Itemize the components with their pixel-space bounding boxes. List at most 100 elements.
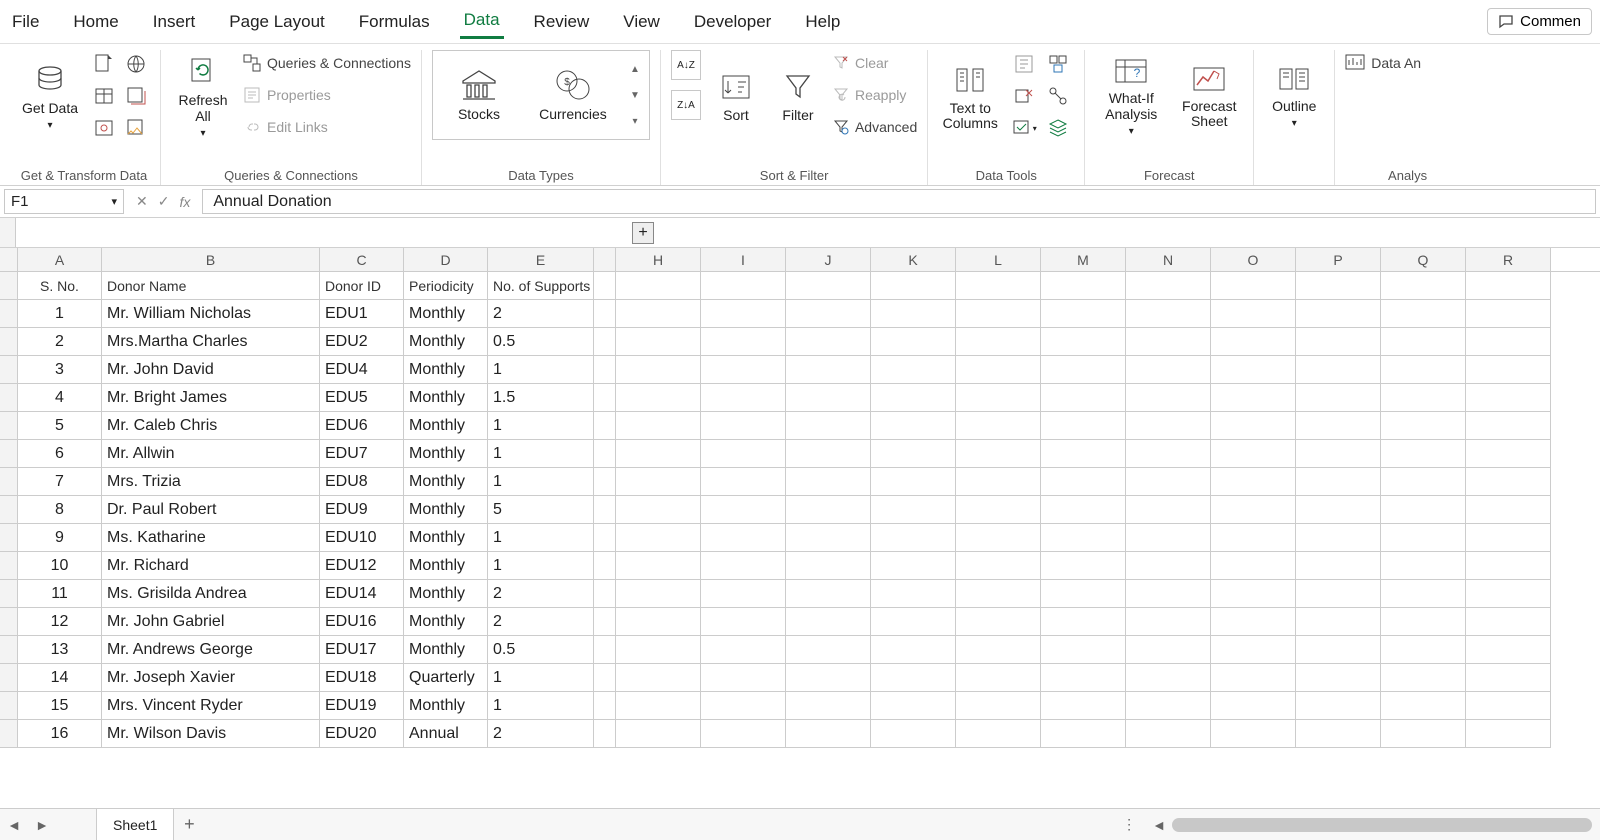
cell[interactable] [1211, 468, 1296, 496]
cell[interactable] [1126, 328, 1211, 356]
cell[interactable] [1041, 440, 1126, 468]
cell[interactable] [1296, 636, 1381, 664]
cell[interactable] [871, 636, 956, 664]
cell[interactable] [616, 720, 701, 748]
cell[interactable]: 6 [18, 440, 102, 468]
cell[interactable] [1211, 440, 1296, 468]
cell[interactable] [956, 552, 1041, 580]
cell[interactable] [701, 720, 786, 748]
stocks-button[interactable]: Stocks [439, 55, 519, 135]
cell[interactable] [1466, 636, 1551, 664]
horizontal-scrollbar[interactable] [1172, 818, 1592, 832]
tab-nav-next[interactable]: ► [28, 809, 56, 840]
cell[interactable]: 2 [488, 608, 594, 636]
enter-icon[interactable]: ✓ [158, 193, 170, 210]
refresh-all-button[interactable]: Refresh All ▾ [171, 50, 235, 144]
cell[interactable] [1211, 664, 1296, 692]
cell[interactable]: Annual [404, 720, 488, 748]
cell[interactable] [616, 692, 701, 720]
cell[interactable] [594, 356, 616, 384]
cell[interactable]: Mr. John Gabriel [102, 608, 320, 636]
cell[interactable]: Monthly [404, 384, 488, 412]
cell[interactable] [1381, 608, 1466, 636]
cell[interactable]: EDU14 [320, 580, 404, 608]
cell[interactable]: 1 [18, 300, 102, 328]
consolidate-button[interactable] [1044, 50, 1072, 78]
cell[interactable]: 0.5 [488, 636, 594, 664]
sheet-tab[interactable]: Sheet1 [96, 809, 174, 840]
cell[interactable]: Mr. Bright James [102, 384, 320, 412]
cell[interactable]: 3 [18, 356, 102, 384]
cell[interactable]: 8 [18, 496, 102, 524]
cell[interactable] [1126, 496, 1211, 524]
cell[interactable]: 1.5 [488, 384, 594, 412]
cell[interactable] [616, 356, 701, 384]
get-data-button[interactable]: Get Data ▾ [18, 50, 82, 144]
cell[interactable] [1041, 272, 1126, 300]
column-header[interactable]: C [320, 248, 404, 271]
cell[interactable] [1466, 552, 1551, 580]
filter-button[interactable]: Filter [771, 50, 825, 144]
cell[interactable] [786, 272, 871, 300]
cell[interactable] [1041, 412, 1126, 440]
cell[interactable] [1211, 328, 1296, 356]
cell[interactable] [1211, 552, 1296, 580]
cells-area[interactable]: S. No.Donor NameDonor IDPeriodicityNo. o… [18, 272, 1551, 748]
cell[interactable] [956, 328, 1041, 356]
column-header[interactable]: K [871, 248, 956, 271]
cell[interactable] [786, 580, 871, 608]
cell[interactable]: Mrs. Vincent Ryder [102, 692, 320, 720]
cell[interactable] [701, 384, 786, 412]
cell[interactable] [871, 300, 956, 328]
cell[interactable] [594, 496, 616, 524]
cell[interactable] [1126, 664, 1211, 692]
cell[interactable] [786, 524, 871, 552]
cell[interactable]: 2 [488, 300, 594, 328]
cell[interactable]: 1 [488, 524, 594, 552]
cell[interactable] [616, 412, 701, 440]
text-to-columns-button[interactable]: Text to Columns [938, 50, 1002, 144]
cell[interactable] [616, 524, 701, 552]
cell[interactable] [594, 580, 616, 608]
cell[interactable] [786, 608, 871, 636]
cell[interactable]: EDU4 [320, 356, 404, 384]
cell[interactable] [616, 580, 701, 608]
sort-button[interactable]: Sort [709, 50, 763, 144]
cell[interactable] [1466, 440, 1551, 468]
cell[interactable] [594, 692, 616, 720]
cell[interactable] [1041, 300, 1126, 328]
cell[interactable] [1381, 552, 1466, 580]
cell[interactable] [1126, 636, 1211, 664]
sort-desc-button[interactable]: Z↓A [671, 90, 701, 120]
cell[interactable] [701, 328, 786, 356]
data-validation-button[interactable]: ▾ [1010, 114, 1038, 142]
column-header[interactable]: J [786, 248, 871, 271]
column-header[interactable]: E [488, 248, 594, 271]
column-header[interactable]: I [701, 248, 786, 271]
cell[interactable] [1296, 412, 1381, 440]
cell[interactable] [786, 468, 871, 496]
cell[interactable] [1296, 720, 1381, 748]
cell[interactable]: EDU2 [320, 328, 404, 356]
cell[interactable] [1126, 524, 1211, 552]
cell[interactable]: Ms. Katharine [102, 524, 320, 552]
sort-asc-button[interactable]: A↓Z [671, 50, 701, 80]
cell[interactable]: 1 [488, 468, 594, 496]
cell[interactable] [956, 524, 1041, 552]
cell[interactable] [871, 552, 956, 580]
formula-input[interactable]: Annual Donation [202, 189, 1596, 214]
cancel-icon[interactable]: ✕ [136, 193, 148, 210]
cell[interactable] [701, 636, 786, 664]
cell[interactable] [594, 468, 616, 496]
cell[interactable] [594, 300, 616, 328]
cell[interactable] [1126, 580, 1211, 608]
cell[interactable] [1211, 580, 1296, 608]
cell[interactable] [616, 384, 701, 412]
comments-button[interactable]: Commen [1487, 8, 1592, 35]
collapsed-columns[interactable] [594, 248, 616, 271]
cell[interactable] [1466, 608, 1551, 636]
cell[interactable] [1466, 692, 1551, 720]
cell[interactable]: Monthly [404, 412, 488, 440]
cell[interactable] [616, 440, 701, 468]
cell[interactable] [594, 412, 616, 440]
